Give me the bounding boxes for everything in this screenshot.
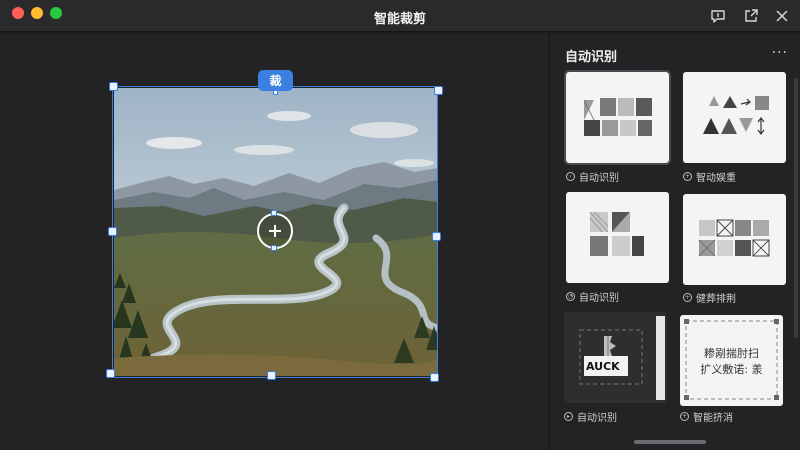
crop-handle-top-left[interactable] xyxy=(109,82,118,91)
preset-card-1[interactable] xyxy=(564,70,671,165)
crop-handle-right[interactable] xyxy=(432,232,441,241)
preset-label-1[interactable]: ‹ 自动识别 xyxy=(566,169,619,184)
circle-arrow-icon: ‹ xyxy=(566,172,575,181)
crop-handle-left[interactable] xyxy=(108,227,117,236)
center-handle-bottom[interactable] xyxy=(271,245,277,251)
center-handle-top[interactable] xyxy=(271,210,277,216)
preset-card-6[interactable]: 糁剐揣肘扫 扩义敷诺: 羕 xyxy=(680,315,783,406)
crop-handle-top-right[interactable] xyxy=(434,86,443,95)
crop-badge-label: 裁 xyxy=(269,74,282,88)
plus-icon[interactable] xyxy=(257,213,293,249)
preset-card-2[interactable] xyxy=(683,72,786,163)
preset-card-3[interactable] xyxy=(566,192,669,283)
circle-plus-icon: + xyxy=(683,172,692,181)
preview-line-2: 扩义敷诺: 羕 xyxy=(700,363,763,376)
preview-text: AUCK xyxy=(586,360,620,373)
preset-label-3-text: 自动识别 xyxy=(579,293,619,304)
preset-label-5-text: 自动识别 xyxy=(577,413,617,424)
close-icon[interactable] xyxy=(773,7,791,25)
title-bar: 智能裁剪 xyxy=(0,0,800,32)
circle-clock-icon: ◔ xyxy=(566,292,575,301)
preset-label-3[interactable]: ◔ 自动识别 xyxy=(566,289,619,304)
preset-card-4[interactable] xyxy=(683,194,786,285)
crop-icon[interactable]: 裁 xyxy=(258,70,293,91)
preview-line-1: 糁剐揣肘扫 xyxy=(704,347,759,360)
preset-label-4[interactable]: + 健葬排荆 xyxy=(683,290,736,305)
crop-handle-bottom[interactable] xyxy=(267,371,276,380)
circle-plus-icon: + xyxy=(680,412,689,421)
circle-play-icon: ▸ xyxy=(564,412,573,421)
feedback-icon[interactable] xyxy=(709,7,727,25)
circle-plus-icon: + xyxy=(683,293,692,302)
preset-label-2-text: 智动娱重 xyxy=(696,173,736,184)
preset-card-5[interactable]: AUCK xyxy=(564,312,667,403)
preset-label-4-text: 健葬排荆 xyxy=(696,294,736,305)
crop-handle-bottom-left[interactable] xyxy=(106,369,115,378)
sidebar-title: 自动识别 xyxy=(565,50,618,65)
preset-label-1-text: 自动识别 xyxy=(579,173,619,184)
preset-label-6[interactable]: + 智能挤消 xyxy=(680,409,733,424)
crop-handle-bottom-right[interactable] xyxy=(430,373,439,382)
preset-label-6-text: 智能挤消 xyxy=(693,413,733,424)
sidebar-scrollbar[interactable] xyxy=(794,78,798,338)
preset-label-5[interactable]: ▸ 自动识别 xyxy=(564,409,617,424)
home-indicator xyxy=(634,440,706,444)
share-icon[interactable] xyxy=(742,7,760,25)
crop-handle-top[interactable] xyxy=(273,90,278,95)
more-icon[interactable]: ··· xyxy=(772,45,788,61)
preset-label-2[interactable]: + 智动娱重 xyxy=(683,169,736,184)
window-title: 智能裁剪 xyxy=(373,12,426,27)
